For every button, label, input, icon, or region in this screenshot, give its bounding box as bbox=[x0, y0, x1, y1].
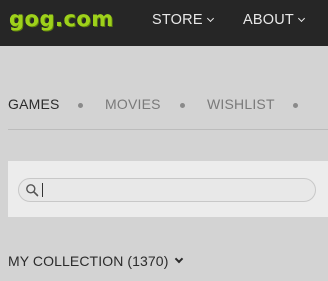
search-icon bbox=[26, 184, 39, 197]
tab-separator-dot bbox=[180, 103, 185, 108]
search-panel bbox=[8, 161, 328, 217]
content-tabs: GAMES MOVIES WISHLIST bbox=[0, 84, 328, 124]
tab-games[interactable]: GAMES bbox=[8, 96, 60, 112]
tab-separator-dot bbox=[293, 103, 298, 108]
text-caret bbox=[42, 183, 43, 197]
collection-label: MY COLLECTION (1370) bbox=[8, 253, 169, 269]
tab-separator-dot bbox=[78, 103, 83, 108]
tabs-divider bbox=[8, 129, 328, 130]
search-input[interactable] bbox=[45, 181, 309, 201]
gog-logo[interactable]: gog.com bbox=[9, 7, 114, 31]
nav-store-menu[interactable]: STORE bbox=[152, 12, 214, 28]
tab-wishlist[interactable]: WISHLIST bbox=[207, 96, 275, 112]
search-box[interactable] bbox=[18, 178, 316, 202]
chevron-down-icon bbox=[297, 14, 305, 23]
tab-movies[interactable]: MOVIES bbox=[105, 96, 161, 112]
chevron-down-icon bbox=[206, 14, 214, 23]
nav-store-label: STORE bbox=[152, 12, 203, 28]
top-navigation-bar: gog.com STORE ABOUT bbox=[0, 0, 328, 46]
nav-about-menu[interactable]: ABOUT bbox=[243, 12, 305, 28]
my-collection-dropdown[interactable]: MY COLLECTION (1370) bbox=[8, 253, 184, 269]
chevron-down-icon bbox=[175, 254, 184, 264]
nav-about-label: ABOUT bbox=[243, 12, 294, 28]
